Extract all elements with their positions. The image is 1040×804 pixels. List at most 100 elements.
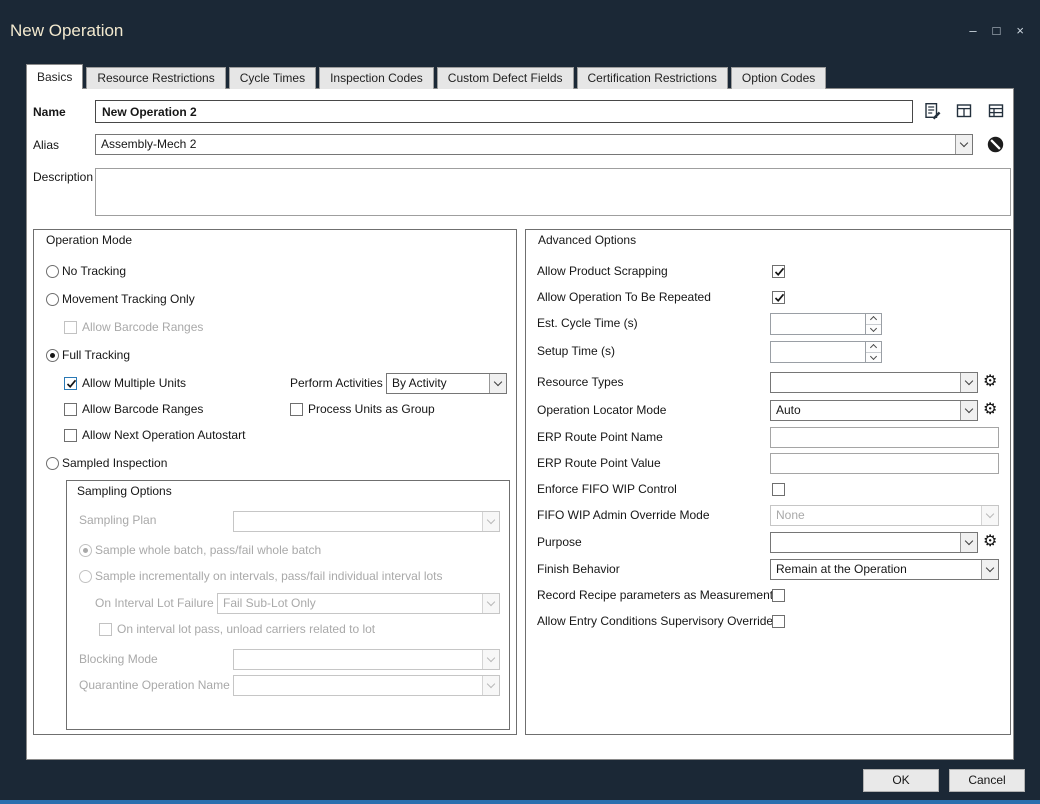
record-recipe-params-label: Record Recipe parameters as Measurements: [537, 588, 779, 603]
name-input[interactable]: [95, 100, 913, 123]
ok-button[interactable]: OK: [863, 769, 939, 792]
table-columns-icon[interactable]: [987, 102, 1005, 120]
on-interval-lot-pass-checkbox: [99, 623, 112, 636]
no-tracking-radio[interactable]: [46, 265, 59, 278]
operation-locator-mode-label: Operation Locator Mode: [537, 403, 666, 418]
alias-label: Alias: [33, 138, 59, 153]
spin-down-icon[interactable]: [866, 325, 881, 335]
fifo-admin-override-value: None: [771, 506, 981, 525]
purpose-select[interactable]: [770, 532, 978, 553]
table-icon[interactable]: [955, 102, 973, 120]
movement-tracking-radio[interactable]: [46, 293, 59, 306]
window-controls: – □ ×: [969, 24, 1024, 37]
on-interval-lot-failure-label: On Interval Lot Failure: [95, 596, 214, 611]
tab-option-codes[interactable]: Option Codes: [731, 67, 826, 89]
sampling-options-title: Sampling Options: [77, 484, 172, 498]
tab-certification-restrictions[interactable]: Certification Restrictions: [577, 67, 728, 89]
advanced-options-group: Advanced Options Allow Product Scrapping…: [525, 229, 1011, 735]
resource-types-label: Resource Types: [537, 375, 624, 390]
operation-mode-group: Operation Mode No Tracking Movement Trac…: [33, 229, 517, 735]
allow-barcode-ranges-movement-checkbox: [64, 321, 77, 334]
quarantine-operation-name-select: [233, 675, 500, 696]
purpose-label: Purpose: [537, 535, 582, 550]
blocking-mode-select: [233, 649, 500, 670]
resource-types-select[interactable]: [770, 372, 978, 393]
allow-barcode-ranges-checkbox[interactable]: [64, 403, 77, 416]
finish-behavior-label: Finish Behavior: [537, 562, 620, 577]
allow-entry-conditions-override-checkbox[interactable]: [772, 615, 785, 628]
chevron-down-icon: [482, 676, 499, 695]
on-interval-lot-pass-label: On interval lot pass, unload carriers re…: [117, 622, 375, 637]
record-recipe-params-checkbox[interactable]: [772, 589, 785, 602]
chevron-down-icon[interactable]: [489, 374, 506, 393]
chevron-down-icon[interactable]: [960, 401, 977, 420]
perform-activities-select[interactable]: By Activity: [386, 373, 507, 394]
alias-value: Assembly-Mech 2: [96, 135, 955, 154]
alias-select[interactable]: Assembly-Mech 2: [95, 134, 973, 155]
process-units-as-group-checkbox[interactable]: [290, 403, 303, 416]
no-tracking-label: No Tracking: [62, 264, 126, 279]
enforce-fifo-wip-control-label: Enforce FIFO WIP Control: [537, 482, 677, 497]
movement-tracking-label: Movement Tracking Only: [62, 292, 195, 307]
chevron-down-icon[interactable]: [955, 135, 972, 154]
allow-multiple-units-checkbox[interactable]: [64, 377, 77, 390]
on-interval-lot-failure-value: Fail Sub-Lot Only: [218, 594, 482, 613]
chevron-down-icon[interactable]: [960, 373, 977, 392]
chevron-down-icon[interactable]: [981, 560, 998, 579]
full-tracking-radio[interactable]: [46, 349, 59, 362]
purpose-value: [771, 533, 960, 552]
sampled-inspection-label: Sampled Inspection: [62, 456, 167, 471]
chevron-down-icon: [482, 594, 499, 613]
clear-alias-icon[interactable]: [987, 136, 1004, 153]
tab-inspection-codes[interactable]: Inspection Codes: [319, 67, 434, 89]
allow-product-scrapping-checkbox[interactable]: [772, 265, 785, 278]
sampled-inspection-radio[interactable]: [46, 457, 59, 470]
spin-up-icon[interactable]: [866, 314, 881, 325]
cancel-button[interactable]: Cancel: [949, 769, 1025, 792]
erp-route-point-name-label: ERP Route Point Name: [537, 430, 663, 445]
tab-basics[interactable]: Basics: [26, 64, 83, 89]
tab-resource-restrictions[interactable]: Resource Restrictions: [86, 67, 225, 89]
on-interval-lot-failure-select: Fail Sub-Lot Only: [217, 593, 500, 614]
close-icon[interactable]: ×: [1016, 24, 1024, 37]
description-label: Description: [33, 170, 93, 185]
allow-operation-repeated-checkbox[interactable]: [772, 291, 785, 304]
description-input[interactable]: [95, 168, 1011, 216]
purpose-gear-icon[interactable]: ⚙: [983, 534, 997, 550]
spin-down-icon[interactable]: [866, 353, 881, 363]
name-label: Name: [33, 105, 66, 120]
minimize-icon[interactable]: –: [969, 24, 976, 37]
erp-route-point-name-input[interactable]: [770, 427, 999, 448]
resource-types-value: [771, 373, 960, 392]
fifo-admin-override-label: FIFO WIP Admin Override Mode: [537, 508, 710, 523]
maximize-icon[interactable]: □: [993, 24, 1001, 37]
allow-next-operation-autostart-checkbox[interactable]: [64, 429, 77, 442]
quarantine-operation-name-value: [234, 676, 482, 695]
operation-locator-mode-gear-icon[interactable]: ⚙: [983, 402, 997, 418]
sampling-options-group: Sampling Options Sampling Plan Sample wh…: [66, 480, 510, 730]
document-edit-icon[interactable]: [923, 102, 941, 120]
chevron-down-icon: [482, 512, 499, 531]
fifo-admin-override-select: None: [770, 505, 999, 526]
enforce-fifo-wip-control-checkbox[interactable]: [772, 483, 785, 496]
allow-operation-repeated-label: Allow Operation To Be Repeated: [537, 290, 711, 305]
sampling-plan-label: Sampling Plan: [79, 513, 156, 528]
chevron-down-icon[interactable]: [960, 533, 977, 552]
blocking-mode-label: Blocking Mode: [79, 652, 158, 667]
erp-route-point-value-input[interactable]: [770, 453, 999, 474]
tab-custom-defect-fields[interactable]: Custom Defect Fields: [437, 67, 574, 89]
window-bottom-accent: [0, 800, 1040, 804]
operation-locator-mode-select[interactable]: Auto: [770, 400, 978, 421]
setup-time-stepper[interactable]: [770, 341, 882, 363]
allow-next-operation-autostart-label: Allow Next Operation Autostart: [82, 428, 245, 443]
resource-types-gear-icon[interactable]: ⚙: [983, 374, 997, 390]
tab-cycle-times[interactable]: Cycle Times: [229, 67, 316, 89]
spin-up-icon[interactable]: [866, 342, 881, 353]
est-cycle-time-stepper[interactable]: [770, 313, 882, 335]
finish-behavior-select[interactable]: Remain at the Operation: [770, 559, 999, 580]
sampling-plan-select: [233, 511, 500, 532]
allow-entry-conditions-override-label: Allow Entry Conditions Supervisory Overr…: [537, 614, 773, 629]
window-title: New Operation: [10, 21, 123, 41]
operation-locator-mode-value: Auto: [771, 401, 960, 420]
sample-incrementally-radio: [79, 570, 92, 583]
